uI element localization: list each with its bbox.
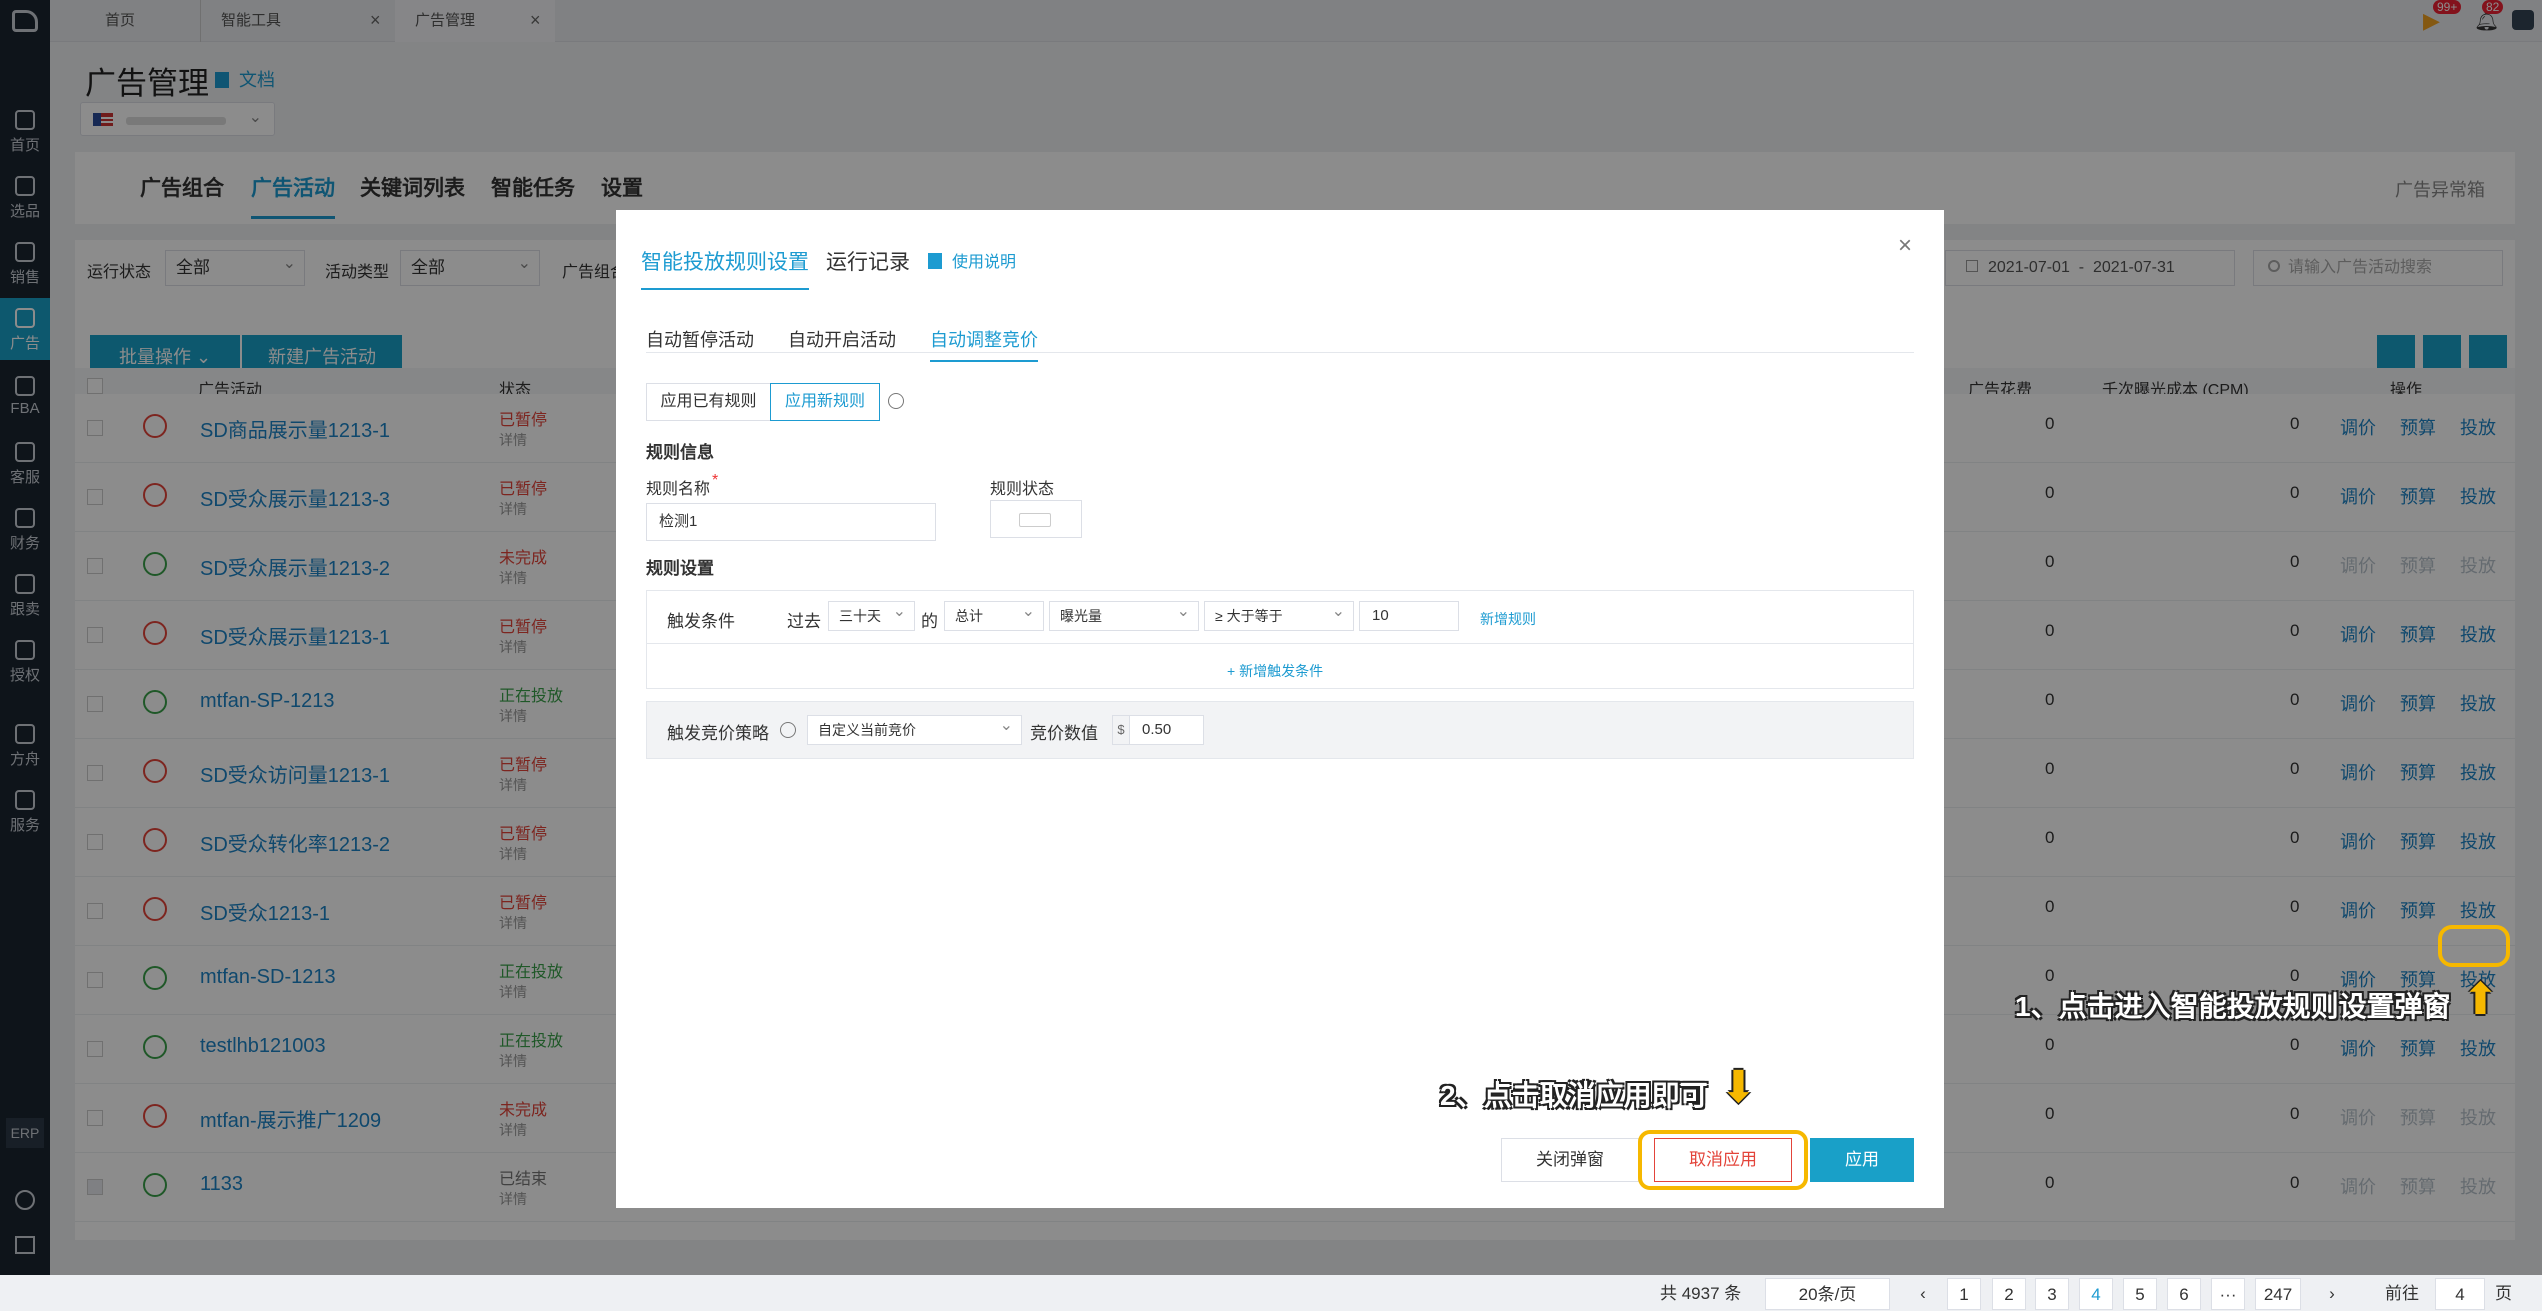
rule-status-toggle[interactable]	[990, 500, 1082, 538]
use-new-rule-button[interactable]: 应用新规则	[770, 383, 880, 421]
deliver-highlight	[2438, 925, 2510, 967]
goto-input[interactable]: 4	[2435, 1278, 2485, 1310]
required-mark: *	[712, 472, 719, 489]
cancel-highlight	[1638, 1130, 1808, 1190]
subtab-auto-bid[interactable]: 自动调整竞价	[930, 326, 1038, 362]
close-modal-button[interactable]: 关闭弹窗	[1501, 1138, 1639, 1182]
annotation-step2: 2、点击取消应用即可	[1440, 1080, 1708, 1111]
comparator-select[interactable]: ≥ 大于等于	[1204, 598, 1354, 631]
page-button[interactable]: 2	[1992, 1278, 2026, 1310]
annotation-step1: 1、点击进入智能投放规则设置弹窗	[2015, 991, 2451, 1022]
add-rule-link[interactable]: 新增规则	[1480, 609, 1536, 629]
page-suffix: 页	[2495, 1284, 2512, 1303]
trigger-label: 触发条件	[667, 612, 735, 631]
bid-label: 竞价数值	[1030, 724, 1098, 743]
apply-button[interactable]: 应用	[1810, 1138, 1914, 1182]
info-icon	[888, 393, 904, 409]
usage-guide-link[interactable]: 使用说明	[928, 248, 1016, 272]
subtab-auto-pause[interactable]: 自动暂停活动	[646, 326, 754, 352]
goto-label: 前往	[2385, 1284, 2419, 1303]
period-select[interactable]: 三十天	[828, 598, 915, 631]
aggregate-select[interactable]: 总计	[944, 598, 1044, 631]
row-divider	[647, 643, 1913, 644]
total-count: 共 4937 条	[1660, 1284, 1742, 1303]
currency-prefix: $	[1112, 715, 1130, 745]
book-icon	[928, 253, 942, 269]
next-page-icon[interactable]: ›	[2322, 1278, 2342, 1310]
subtab-divider	[646, 352, 1914, 353]
metric-select[interactable]: 曝光量	[1049, 598, 1199, 631]
threshold-input[interactable]: 10	[1359, 601, 1459, 631]
use-existing-rule-button[interactable]: 应用已有规则	[646, 383, 771, 421]
page-button[interactable]: 6	[2167, 1278, 2201, 1310]
rule-info-heading: 规则信息	[646, 443, 714, 462]
up-arrow-icon: ⬆	[2462, 975, 2499, 1024]
usage-guide-label: 使用说明	[952, 254, 1017, 271]
strategy-select[interactable]: 自定义当前竞价	[807, 712, 1022, 745]
strategy-box: 触发竞价策略 自定义当前竞价 竞价数值 $ 0.50	[646, 701, 1914, 759]
page-size-select[interactable]: 20条/页	[1765, 1278, 1890, 1310]
rule-status-label: 规则状态	[990, 481, 1055, 498]
strategy-label: 触发竞价策略	[667, 724, 769, 743]
page-button[interactable]: 5	[2123, 1278, 2157, 1310]
of-label: 的	[921, 612, 938, 631]
bid-input[interactable]: 0.50	[1129, 715, 1204, 745]
down-arrow-icon: ⬇	[1720, 1063, 1757, 1112]
past-label: 过去	[787, 612, 821, 631]
rule-name-label: 规则名称	[646, 481, 711, 498]
page-button[interactable]: 4	[2079, 1278, 2113, 1310]
subtab-auto-start[interactable]: 自动开启活动	[788, 326, 896, 352]
page-button[interactable]: 1	[1947, 1278, 1981, 1310]
page-button[interactable]: 247	[2255, 1278, 2301, 1310]
add-condition-link[interactable]: + 新增触发条件	[1227, 661, 1323, 681]
tab-rule-settings[interactable]: 智能投放规则设置	[641, 246, 809, 290]
rule-settings-heading: 规则设置	[646, 559, 714, 578]
rule-name-input[interactable]: 检测1	[646, 503, 936, 541]
page-button[interactable]: 3	[2035, 1278, 2069, 1310]
smart-rule-modal: 智能投放规则设置 运行记录 使用说明 × 自动暂停活动 自动开启活动 自动调整竞…	[616, 210, 1944, 1208]
prev-page-icon[interactable]: ‹	[1913, 1278, 1933, 1310]
close-icon[interactable]: ×	[1898, 232, 1912, 260]
info-icon	[780, 722, 796, 738]
tab-run-log[interactable]: 运行记录	[826, 246, 910, 276]
condition-box: 触发条件 过去 三十天 的 总计 曝光量 ≥ 大于等于 10 新增规则 + 新增…	[646, 590, 1914, 689]
page-button[interactable]: ···	[2211, 1278, 2245, 1310]
